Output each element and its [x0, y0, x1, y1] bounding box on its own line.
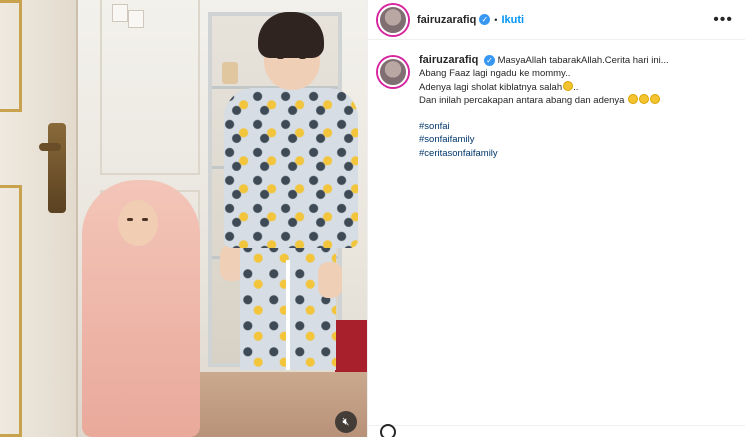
- wall-panel: [100, 0, 200, 175]
- verified-badge-icon: ✓: [483, 55, 495, 67]
- jar: [222, 62, 238, 84]
- mute-icon[interactable]: 🔇︎: [335, 411, 357, 433]
- door: [0, 0, 78, 437]
- laughing-emoji-icon: [563, 80, 574, 91]
- door-frame: [0, 185, 22, 437]
- door-handle: [39, 123, 66, 213]
- door-frame: [0, 0, 22, 112]
- winking-emoji-icon: [650, 93, 661, 104]
- post-header: fairuzarafiq ✓ • Ikuti •••: [368, 0, 745, 40]
- girl-face: [118, 200, 158, 246]
- red-mat: [335, 320, 367, 375]
- caption-line: Dan inilah percakapan antara abang dan a…: [419, 93, 719, 107]
- caption-text: Dan inilah percakapan antara abang dan a…: [419, 94, 625, 106]
- caption-text: Adenya lagi sholat kiblatnya salah: [419, 81, 563, 93]
- instagram-post: 🔇︎ fairuzarafiq ✓ • Ikuti ••• fairuzaraf…: [0, 0, 745, 437]
- boy-hand: [318, 262, 342, 298]
- grinning-emoji-icon: [628, 93, 639, 104]
- hashtag-link[interactable]: #ceritasonfaifamily: [419, 147, 719, 160]
- caption-body: fairuzarafiq ✓ MasyaAllah tabarakAllah.C…: [419, 54, 719, 160]
- light-switch: [128, 10, 144, 28]
- avatar[interactable]: [378, 4, 408, 35]
- caption-text: MasyaAllah tabarakAllah.Cerita hari ini.…: [497, 55, 669, 66]
- separator-dot: •: [494, 14, 498, 25]
- grinning-emoji-icon: [639, 93, 650, 104]
- boy-pajama-pants: [240, 240, 336, 370]
- post-actions: [368, 424, 745, 437]
- avatar[interactable]: [378, 57, 408, 87]
- caption-text: Abang Faaz lagi ngadu ke mommy..: [419, 68, 571, 80]
- follow-button[interactable]: Ikuti: [501, 14, 524, 26]
- boy-hair: [258, 12, 324, 58]
- caption-line: Adenya lagi sholat kiblatnya salah..: [419, 80, 719, 94]
- username-link[interactable]: fairuzarafiq: [417, 14, 476, 26]
- caption-text: ..: [573, 81, 579, 93]
- post-video[interactable]: 🔇︎: [0, 0, 367, 437]
- light-switch: [112, 4, 128, 22]
- heart-icon[interactable]: [380, 424, 396, 437]
- verified-badge-icon: ✓: [479, 14, 491, 25]
- hashtag-link[interactable]: #sonfaifamily: [419, 133, 719, 146]
- post-sidebar: fairuzarafiq ✓ • Ikuti ••• fairuzarafiq …: [367, 0, 745, 437]
- caption-username-link[interactable]: fairuzarafiq: [419, 54, 478, 66]
- hashtag-link[interactable]: #sonfai: [419, 120, 719, 133]
- boy-pajama-shirt: [224, 88, 358, 248]
- caption: fairuzarafiq ✓ MasyaAllah tabarakAllah.C…: [368, 40, 745, 160]
- caption-first-line: fairuzarafiq ✓ MasyaAllah tabarakAllah.C…: [419, 54, 719, 67]
- more-options-icon[interactable]: •••: [713, 11, 733, 29]
